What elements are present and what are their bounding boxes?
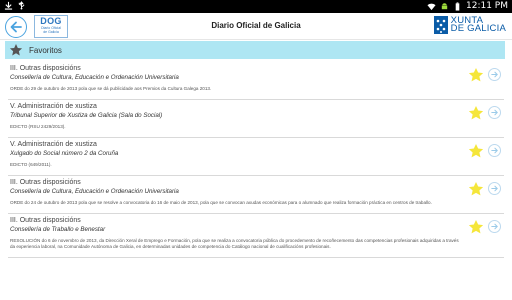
status-bar: 12:11 PM bbox=[0, 0, 512, 13]
item-department: Consellería de Cultura, Educación e Orde… bbox=[10, 188, 179, 195]
download-icon bbox=[4, 1, 13, 10]
favorites-label: Favoritos bbox=[29, 45, 62, 55]
item-department: Xulgado do Social número 2 da Coruña bbox=[10, 150, 119, 157]
xunta-text: XUNTA DE GALICIA bbox=[450, 16, 506, 34]
list-item[interactable]: III. Outras disposicións Consellería de … bbox=[8, 176, 504, 214]
battery-icon bbox=[455, 2, 460, 11]
open-item-button[interactable] bbox=[488, 220, 501, 233]
arrow-right-icon bbox=[491, 109, 498, 116]
arrow-right-icon bbox=[491, 147, 498, 154]
favorite-star-icon[interactable] bbox=[468, 67, 484, 83]
usb-icon bbox=[18, 1, 25, 10]
item-description: EDICTO (RSU 2429/2013). bbox=[10, 124, 66, 129]
item-section: V. Administración de xustiza bbox=[10, 141, 97, 148]
open-item-button[interactable] bbox=[488, 144, 501, 157]
item-department: Consellería de Cultura, Educación e Orde… bbox=[10, 74, 179, 81]
item-description: ORDE do 29 de outubro de 2013 pola que s… bbox=[10, 86, 212, 91]
status-right-icons: 12:11 PM bbox=[427, 0, 508, 13]
status-left-icons bbox=[4, 1, 26, 10]
xunta-text-line-2: DE GALICIA bbox=[450, 23, 506, 34]
open-item-button[interactable] bbox=[488, 68, 501, 81]
list-item[interactable]: III. Outras disposicións Consellería de … bbox=[8, 62, 504, 100]
open-item-button[interactable] bbox=[488, 106, 501, 119]
xunta-logo: XUNTA DE GALICIA bbox=[433, 15, 506, 35]
list-item[interactable]: V. Administración de xustiza Xulgado do … bbox=[8, 138, 504, 176]
item-section: V. Administración de xustiza bbox=[10, 103, 97, 110]
wifi-icon bbox=[427, 3, 436, 11]
item-department: Tribunal Superior de Xustiza de Galicia … bbox=[10, 112, 163, 119]
list-item[interactable]: V. Administración de xustiza Tribunal Su… bbox=[8, 100, 504, 138]
arrow-right-icon bbox=[491, 223, 498, 230]
favorites-header: Favoritos bbox=[5, 41, 505, 59]
open-item-button[interactable] bbox=[488, 182, 501, 195]
android-icon bbox=[441, 3, 448, 10]
item-description: EDICTO (649/2011). bbox=[10, 162, 52, 167]
star-icon bbox=[9, 44, 23, 56]
favorite-star-icon[interactable] bbox=[468, 105, 484, 121]
item-description: RESOLUCIÓN do 6 de novembro de 2013, da … bbox=[10, 238, 459, 249]
arrow-right-icon bbox=[491, 71, 498, 78]
list-item[interactable]: III. Outras disposicións Consellería de … bbox=[8, 214, 504, 258]
item-description: ORDE do 24 de outubro de 2013 pola que s… bbox=[10, 200, 432, 205]
item-section: III. Outras disposicións bbox=[10, 217, 81, 224]
item-section: III. Outras disposicións bbox=[10, 179, 81, 186]
action-bar: DOG Diario Oficial de Galicia Diario Ofi… bbox=[0, 13, 512, 40]
item-section: III. Outras disposicións bbox=[10, 65, 81, 72]
arrow-right-icon bbox=[491, 185, 498, 192]
favorite-star-icon[interactable] bbox=[468, 143, 484, 159]
favorite-star-icon[interactable] bbox=[468, 181, 484, 197]
clock-time: 12:11 PM bbox=[466, 1, 508, 11]
dog-logo-subtitle-2: de Galicia bbox=[43, 30, 59, 34]
favorite-star-icon[interactable] bbox=[468, 219, 484, 235]
galicia-shield-icon bbox=[433, 16, 448, 34]
item-department: Consellería de Traballo e Benestar bbox=[10, 226, 106, 233]
